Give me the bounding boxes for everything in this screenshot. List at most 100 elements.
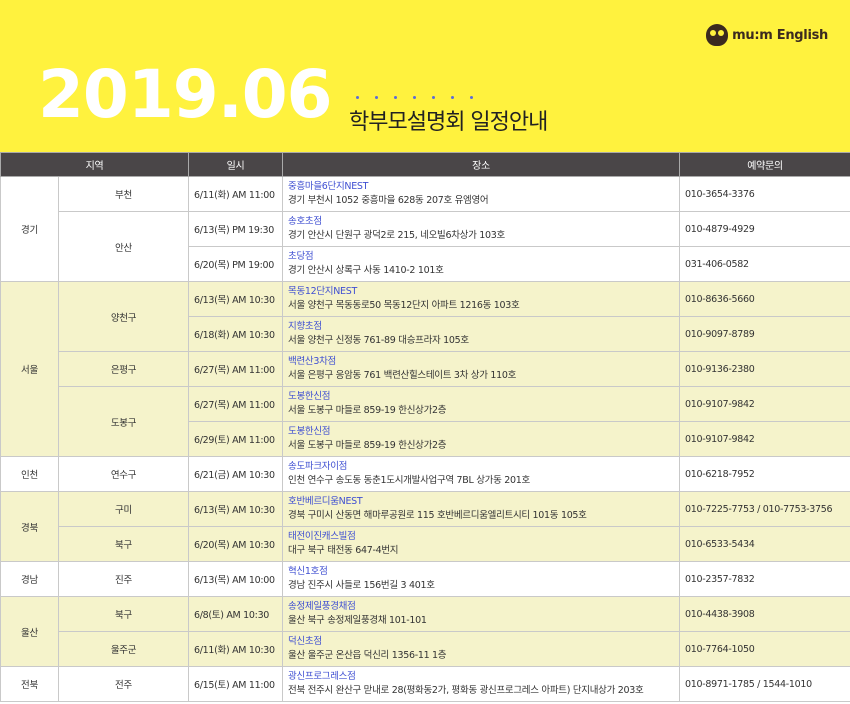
branch-link[interactable]: 송도파크자이점 bbox=[288, 460, 674, 474]
location-cell: 초당점 경기 안산시 상록구 사동 1410-2 101호 bbox=[282, 246, 680, 282]
phone-cell: 010-9136-2380 bbox=[679, 351, 850, 387]
schedule-table: 지역 일시 장소 예약문의 경기 부천 6/11(화) AM 11:00 중흥마… bbox=[0, 152, 850, 702]
address-text: 경남 진주시 사들로 156번길 3 401호 bbox=[288, 580, 435, 591]
header-banner: mu:m English 2019.06 학부모설명회 일정안내 bbox=[0, 0, 850, 152]
branch-link[interactable]: 중흥마을6단지NEST bbox=[288, 180, 674, 194]
col-header-location: 장소 bbox=[282, 152, 680, 177]
table-row: 울주군 6/11(화) AM 10:30 덕신초점 울산 울주군 온산읍 덕신리 … bbox=[1, 631, 850, 667]
phone-cell: 010-9107-9842 bbox=[679, 421, 850, 457]
datetime-cell: 6/11(화) AM 10:30 bbox=[188, 631, 283, 667]
area-cell: 부천 bbox=[58, 176, 189, 212]
area-cell: 양천구 bbox=[58, 281, 189, 352]
brand-logo[interactable]: mu:m English bbox=[706, 24, 828, 46]
location-cell: 백련산3차점 서울 은평구 응암동 761 백련산힐스테이트 3차 상가 110호 bbox=[282, 351, 680, 387]
location-cell: 태전이진캐스빌점 대구 북구 태전동 647-4번지 bbox=[282, 526, 680, 562]
branch-link[interactable]: 호반베르디움NEST bbox=[288, 495, 674, 509]
branch-link[interactable]: 송정제일풍경채점 bbox=[288, 600, 674, 614]
owl-icon bbox=[706, 24, 729, 46]
table-row: 도봉구 6/27(목) AM 11:00 도봉한신점 서울 도봉구 마들로 859… bbox=[1, 386, 850, 457]
phone-cell: 010-8971-1785 / 1544-1010 bbox=[679, 666, 850, 702]
table-row: 인천 연수구 6/21(금) AM 10:30 송도파크자이점 인천 연수구 송도… bbox=[0, 456, 850, 492]
location-cell: 송정제일풍경채점 울산 북구 송정제일풍경채 101-101 bbox=[282, 596, 680, 632]
area-cell: 안산 bbox=[58, 211, 189, 282]
area-cell: 진주 bbox=[58, 561, 189, 597]
table-row: 안산 6/13(목) PM 19:30 송호초점 경기 안산시 단원구 광덕2로 … bbox=[1, 211, 850, 282]
address-text: 경기 안산시 단원구 광덕2로 215, 네오빌6차상가 103호 bbox=[288, 230, 505, 241]
address-text: 경북 구미시 산동면 해마루공원로 115 호반베르디움엘리트시티 101동 1… bbox=[288, 510, 587, 521]
address-text: 대구 북구 태전동 647-4번지 bbox=[288, 545, 399, 556]
datetime-cell: 6/29(토) AM 11:00 bbox=[188, 421, 283, 457]
region-cell: 경북 bbox=[0, 491, 59, 562]
branch-link[interactable]: 덕신초점 bbox=[288, 635, 674, 649]
branch-link[interactable]: 광신프로그레스점 bbox=[288, 670, 674, 684]
area-cell: 북구 bbox=[58, 596, 189, 632]
location-cell: 혁신1호점 경남 진주시 사들로 156번길 3 401호 bbox=[282, 561, 680, 597]
region-cell: 경기 bbox=[0, 176, 59, 282]
area-cell: 전주 bbox=[58, 666, 189, 702]
address-text: 울산 울주군 온산읍 덕신리 1356-11 1층 bbox=[288, 650, 447, 661]
address-text: 서울 양천구 목동동로50 목동12단지 아파트 1216동 103호 bbox=[288, 300, 520, 311]
address-text: 경기 안산시 상록구 사동 1410-2 101호 bbox=[288, 265, 444, 276]
table-row: 전북 전주 6/15(토) AM 11:00 광신프로그레스점 전북 전주시 완산… bbox=[0, 666, 850, 702]
datetime-cell: 6/20(목) PM 19:00 bbox=[188, 246, 283, 282]
table-row: 은평구 6/27(목) AM 11:00 백련산3차점 서울 은평구 응암동 76… bbox=[1, 351, 850, 387]
address-text: 서울 은평구 응암동 761 백련산힐스테이트 3차 상가 110호 bbox=[288, 370, 517, 381]
phone-cell: 010-8636-5660 bbox=[679, 281, 850, 317]
area-cell: 연수구 bbox=[58, 456, 189, 492]
phone-cell: 010-6533-5434 bbox=[679, 526, 850, 562]
area-cell: 북구 bbox=[58, 526, 189, 562]
datetime-cell: 6/13(목) AM 10:30 bbox=[188, 491, 283, 527]
location-cell: 송도파크자이점 인천 연수구 송도동 동춘1도시개발사업구역 7BL 상가동 20… bbox=[282, 456, 680, 492]
location-cell: 중흥마을6단지NEST 경기 부천시 1052 중흥마을 628동 207호 유엠… bbox=[282, 176, 680, 212]
branch-link[interactable]: 송호초점 bbox=[288, 215, 674, 229]
branch-link[interactable]: 도봉한신점 bbox=[288, 425, 674, 439]
table-row: 경남 진주 6/13(목) AM 10:00 혁신1호점 경남 진주시 사들로 1… bbox=[0, 561, 850, 597]
phone-cell: 010-3654-3376 bbox=[679, 176, 850, 212]
region-cell: 울산 bbox=[0, 596, 59, 667]
table-row: 경기 부천 6/11(화) AM 11:00 중흥마을6단지NEST 경기 부천시… bbox=[0, 176, 850, 282]
area-cell: 도봉구 bbox=[58, 386, 189, 457]
branch-link[interactable]: 태전이진캐스빌점 bbox=[288, 530, 674, 544]
col-header-contact: 예약문의 bbox=[679, 152, 850, 177]
region-cell: 전북 bbox=[0, 666, 59, 702]
location-cell: 목동12단지NEST 서울 양천구 목동동로50 목동12단지 아파트 1216동… bbox=[282, 281, 680, 317]
location-cell: 덕신초점 울산 울주군 온산읍 덕신리 1356-11 1층 bbox=[282, 631, 680, 667]
datetime-cell: 6/11(화) AM 11:00 bbox=[188, 176, 283, 212]
phone-cell: 010-4879-4929 bbox=[679, 211, 850, 247]
region-cell: 서울 bbox=[0, 281, 59, 457]
address-text: 서울 도봉구 마들로 859-19 한신상가2층 bbox=[288, 405, 447, 416]
phone-cell: 010-2357-7832 bbox=[679, 561, 850, 597]
location-cell: 지향초점 서울 양천구 신정동 761-89 대승프라자 105호 bbox=[282, 316, 680, 352]
datetime-cell: 6/20(목) AM 10:30 bbox=[188, 526, 283, 562]
datetime-cell: 6/18(화) AM 10:30 bbox=[188, 316, 283, 352]
branch-link[interactable]: 백련산3차점 bbox=[288, 355, 674, 369]
datetime-cell: 6/13(목) PM 19:30 bbox=[188, 211, 283, 247]
location-cell: 도봉한신점 서울 도봉구 마들로 859-19 한신상가2층 bbox=[282, 421, 680, 457]
decorative-dots bbox=[356, 96, 473, 99]
datetime-cell: 6/27(목) AM 11:00 bbox=[188, 386, 283, 422]
datetime-cell: 6/15(토) AM 11:00 bbox=[188, 666, 283, 702]
datetime-cell: 6/27(목) AM 11:00 bbox=[188, 351, 283, 387]
datetime-cell: 6/13(목) AM 10:00 bbox=[188, 561, 283, 597]
area-cell: 구미 bbox=[58, 491, 189, 527]
table-row: 경북 구미 6/13(목) AM 10:30 호반베르디움NEST 경북 구미시 … bbox=[0, 491, 850, 562]
branch-link[interactable]: 목동12단지NEST bbox=[288, 285, 674, 299]
address-text: 인천 연수구 송도동 동춘1도시개발사업구역 7BL 상가동 201호 bbox=[288, 475, 530, 486]
branch-link[interactable]: 도봉한신점 bbox=[288, 390, 674, 404]
branch-link[interactable]: 혁신1호점 bbox=[288, 565, 674, 579]
location-cell: 호반베르디움NEST 경북 구미시 산동면 해마루공원로 115 호반베르디움엘리… bbox=[282, 491, 680, 527]
table-row: 서울 양천구 6/13(목) AM 10:30 목동12단지NEST 서울 양천구… bbox=[0, 281, 850, 457]
datetime-cell: 6/21(금) AM 10:30 bbox=[188, 456, 283, 492]
address-text: 전북 전주시 완산구 맏내로 28(평화동2가, 평화동 광신프로그레스 아파트… bbox=[288, 685, 644, 696]
phone-cell: 010-6218-7952 bbox=[679, 456, 850, 492]
col-header-datetime: 일시 bbox=[188, 152, 283, 177]
branch-link[interactable]: 지향초점 bbox=[288, 320, 674, 334]
address-text: 서울 도봉구 마들로 859-19 한신상가2층 bbox=[288, 440, 447, 451]
phone-cell: 010-7764-1050 bbox=[679, 631, 850, 667]
table-row: 울산 북구 6/8(토) AM 10:30 송정제일풍경채점 울산 북구 송정제일… bbox=[0, 596, 850, 667]
location-cell: 송호초점 경기 안산시 단원구 광덕2로 215, 네오빌6차상가 103호 bbox=[282, 211, 680, 247]
area-cell: 울주군 bbox=[58, 631, 189, 667]
area-cell: 은평구 bbox=[58, 351, 189, 387]
table-row: 북구 6/20(목) AM 10:30 태전이진캐스빌점 대구 북구 태전동 64… bbox=[1, 526, 850, 562]
branch-link[interactable]: 초당점 bbox=[288, 250, 674, 264]
